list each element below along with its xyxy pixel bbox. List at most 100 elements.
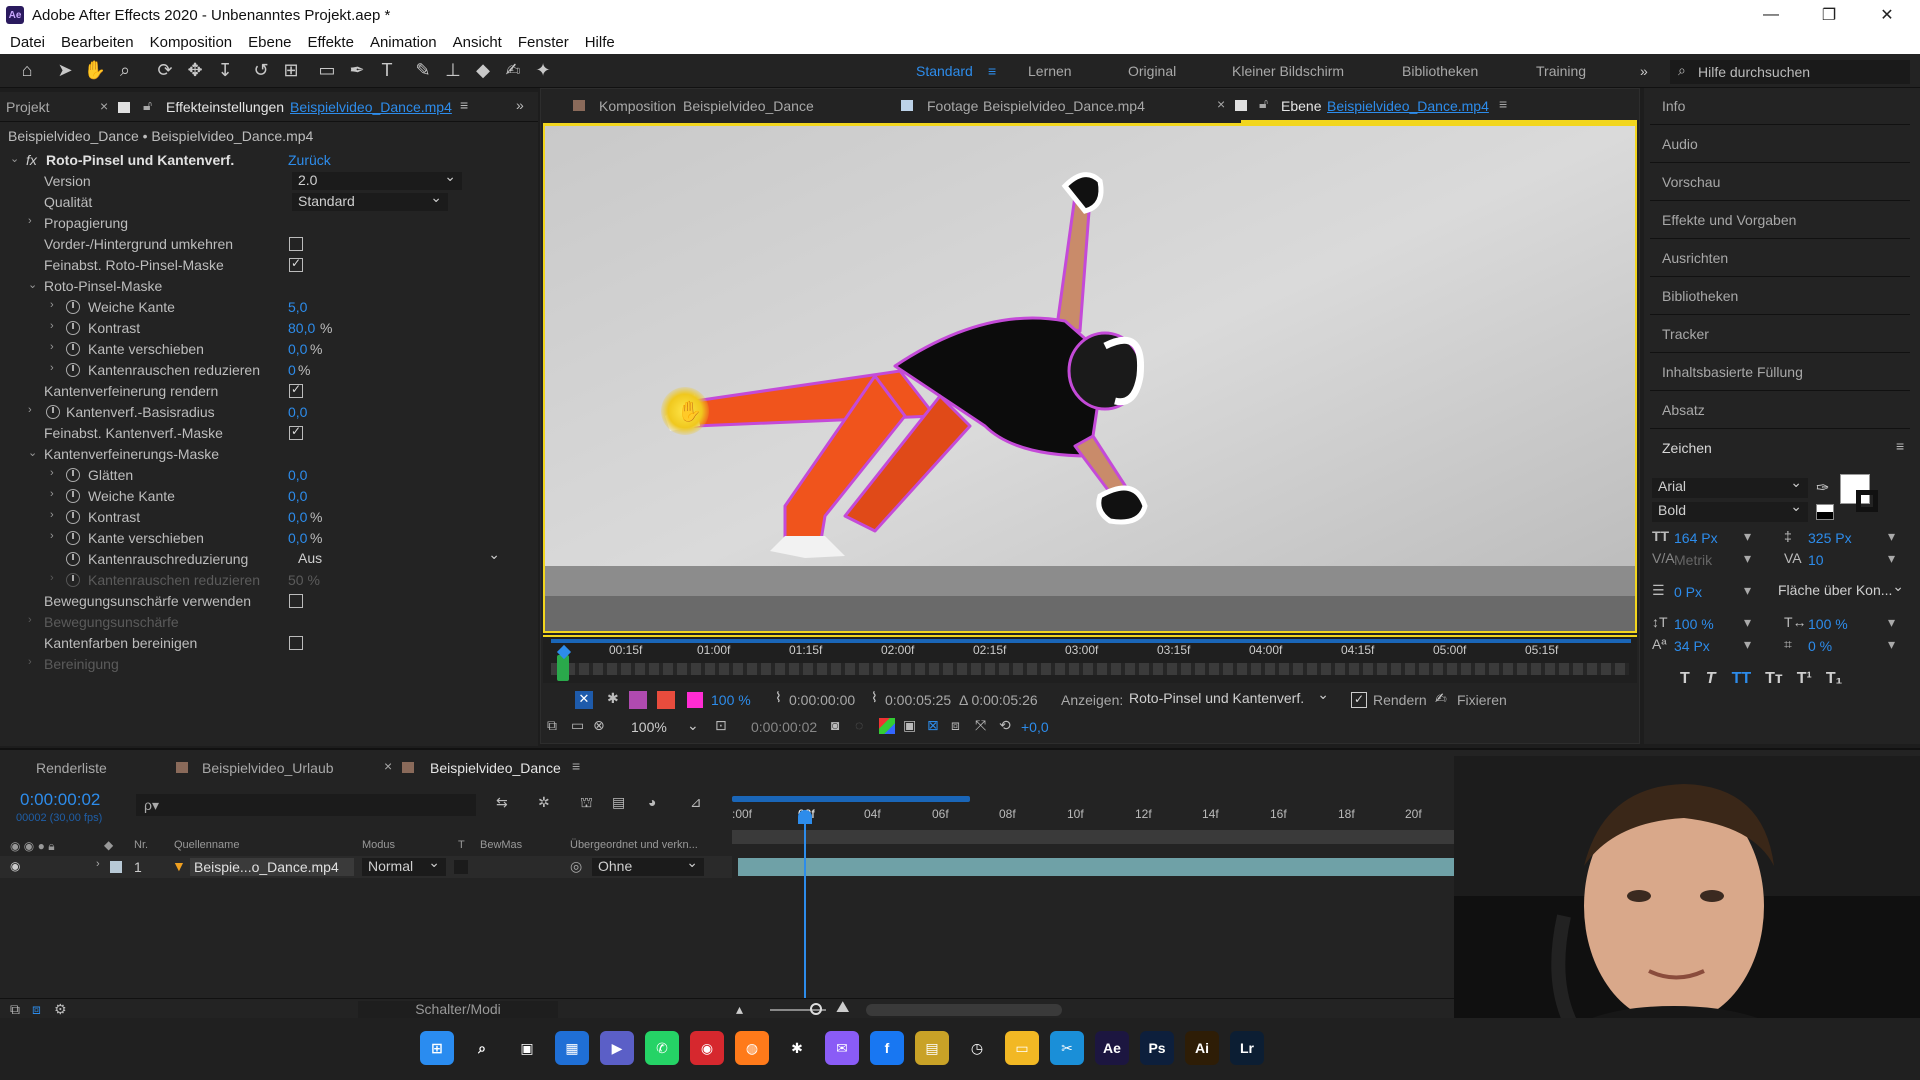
workspace-standard[interactable]: Standard (916, 63, 973, 79)
timeline-work-area[interactable] (732, 796, 970, 802)
motion-blur-icon[interactable]: ◕ (648, 794, 656, 810)
snapshot-icon[interactable]: ◙ (831, 717, 839, 733)
tab-ebene[interactable]: Ebene (1281, 98, 1321, 114)
exposure-value[interactable]: +0,0 (1021, 719, 1049, 735)
rectangle-tool-icon[interactable]: ▭ (312, 56, 342, 86)
col-nr[interactable]: Nr. (134, 839, 148, 851)
effect-header-row[interactable]: ⌄ fx Roto-Pinsel und Kantenverf. Zurück (0, 150, 538, 171)
teams-icon[interactable]: ▶ (600, 1031, 634, 1065)
3d-view-icon[interactable]: ⧈ (951, 717, 960, 734)
show-snapshot-icon[interactable]: ◌ (855, 717, 863, 733)
panel-tracker[interactable]: Tracker (1662, 326, 1709, 342)
dropdown-arrow-icon[interactable]: ▾ (1888, 528, 1895, 545)
quality-dropdown[interactable]: Standard (292, 189, 448, 211)
faux-italic-button[interactable]: T (1706, 670, 1716, 688)
timeline-search-input[interactable]: ρ▾ (136, 794, 476, 816)
zoom-slider-thumb[interactable] (810, 1003, 822, 1015)
close-tab-icon[interactable]: × (100, 98, 108, 114)
workspace-bibliotheken[interactable]: Bibliotheken (1402, 63, 1478, 79)
visibility-eye-icon[interactable]: ◉ (10, 859, 20, 873)
out-point-icon[interactable]: ⌇ (871, 689, 878, 706)
out-point-time[interactable]: 0:00:05:25 (885, 692, 951, 708)
clone-stamp-icon[interactable]: ⊥ (438, 56, 468, 86)
pan-behind-icon[interactable]: ⊞ (276, 56, 306, 86)
clock-icon[interactable]: ◷ (960, 1031, 994, 1065)
stroke-width-value[interactable]: 0 Px (1674, 584, 1702, 600)
chatter-reduction-dropdown[interactable]: Aus (292, 546, 506, 568)
hand-tool-icon[interactable]: ✋ (80, 56, 110, 86)
photoshop-icon[interactable]: Ps (1140, 1031, 1174, 1065)
leading-value[interactable]: 325 Px (1808, 530, 1852, 546)
font-family-dropdown[interactable]: Arial (1652, 474, 1808, 498)
reset-exposure-icon[interactable]: ⟲ (999, 717, 1011, 734)
tab-footage[interactable]: Footage (927, 98, 978, 114)
puppet-pin-icon[interactable]: ✦ (528, 56, 558, 86)
graph-editor-icon[interactable]: ⊿ (690, 794, 702, 811)
panel-content-aware-fill[interactable]: Inhaltsbasierte Füllung (1662, 364, 1803, 380)
col-t[interactable]: T (458, 839, 465, 851)
timeline-playhead[interactable] (804, 812, 806, 1012)
lightroom-icon[interactable]: Lr (1230, 1031, 1264, 1065)
render-checkbox[interactable]: ✓ (1351, 692, 1367, 708)
feather-value[interactable]: 5,0 (288, 299, 307, 315)
photos-icon[interactable]: ▤ (915, 1031, 949, 1065)
help-search-input[interactable]: ⌕ Hilfe durchsuchen (1670, 60, 1910, 84)
dropdown-arrow-icon[interactable]: ▾ (1744, 550, 1751, 567)
search-icon[interactable]: ⌕ (465, 1031, 499, 1065)
transfer-controls-icon[interactable]: ⧈ (32, 1001, 41, 1018)
contrast-value[interactable]: 80,0 (288, 320, 315, 336)
shift-edge-value[interactable]: 0,0 (288, 341, 307, 357)
stopwatch-icon[interactable] (66, 321, 80, 335)
transparency-grid-icon[interactable]: ⊠ (927, 717, 939, 734)
font-style-dropdown[interactable]: Bold (1652, 498, 1808, 522)
dropdown-arrow-icon[interactable]: ▾ (1744, 614, 1751, 631)
workspace-training[interactable]: Training (1536, 63, 1586, 79)
panel-zeichen[interactable]: Zeichen (1662, 440, 1712, 456)
workspace-kleiner-bildschirm[interactable]: Kleiner Bildschirm (1232, 63, 1344, 79)
font-size-value[interactable]: 164 Px (1674, 530, 1718, 546)
baseline-shift-value[interactable]: 34 Px (1674, 638, 1710, 654)
timeline-timecode[interactable]: 0:00:00:02 (20, 790, 100, 810)
panel-ausrichten[interactable]: Ausrichten (1662, 250, 1728, 266)
tab-dance[interactable]: Beispielvideo_Dance (430, 760, 561, 776)
draft-3d-icon[interactable]: ✲ (538, 794, 550, 811)
dropdown-arrow-icon[interactable]: ▾ (1744, 582, 1751, 599)
tsume-value[interactable]: 0 % (1808, 638, 1832, 654)
faux-bold-button[interactable]: T (1680, 670, 1690, 688)
comp-settings-icon[interactable]: ⧉ (10, 1001, 20, 1018)
screen-recorder-icon[interactable]: ◉ (690, 1031, 724, 1065)
widgets-icon[interactable]: ▦ (555, 1031, 589, 1065)
always-preview-icon[interactable]: ⧉ (547, 717, 557, 734)
timeline-scrollbar[interactable] (866, 1004, 1062, 1016)
eyedropper-icon[interactable]: ✑ (1816, 478, 1829, 498)
expand-arrow-icon[interactable]: › (50, 362, 54, 374)
menu-datei[interactable]: Datei (10, 34, 45, 51)
freeze-icon[interactable]: ✍ (1435, 690, 1447, 707)
flowchart-icon[interactable]: ⤧ (975, 717, 986, 734)
region-of-interest-icon[interactable]: ▣ (903, 717, 916, 734)
whatsapp-icon[interactable]: ✆ (645, 1031, 679, 1065)
fit-frame-icon[interactable]: ⊡ (715, 717, 727, 734)
expand-arrow-icon[interactable]: › (50, 299, 54, 311)
panel-menu-icon[interactable]: ≡ (1896, 438, 1904, 454)
overlay-color-swatch[interactable] (687, 692, 703, 708)
masks-icon[interactable]: ⊗ (593, 717, 605, 734)
tab-komposition[interactable]: Komposition (599, 98, 676, 114)
minimize-button[interactable]: — (1742, 0, 1800, 30)
expand-arrow-icon[interactable]: › (50, 509, 54, 521)
expand-arrow-icon[interactable]: › (96, 858, 100, 870)
panel-absatz[interactable]: Absatz (1662, 402, 1705, 418)
rotation-tool-icon[interactable]: ↺ (246, 56, 276, 86)
stopwatch-icon[interactable] (66, 489, 80, 503)
layer-time-ruler[interactable]: 00:15f 01:00f 01:15f 02:00f 02:15f 03:00… (543, 635, 1637, 683)
subscript-button[interactable]: T₁ (1826, 670, 1842, 688)
menu-fenster[interactable]: Fenster (518, 34, 569, 51)
menu-komposition[interactable]: Komposition (150, 34, 233, 51)
stopwatch-icon[interactable] (66, 531, 80, 545)
invert-checkbox[interactable] (289, 237, 303, 251)
base-radius-value[interactable]: 0,0 (288, 404, 307, 420)
collapse-arrow-icon[interactable]: ⌄ (28, 446, 37, 459)
zoom-in-icon[interactable]: ⛰ (836, 999, 849, 1017)
layer-name[interactable]: Beispie...o_Dance.mp4 (190, 858, 354, 876)
col-parent[interactable]: Übergeordnet und verkn... (570, 839, 698, 851)
